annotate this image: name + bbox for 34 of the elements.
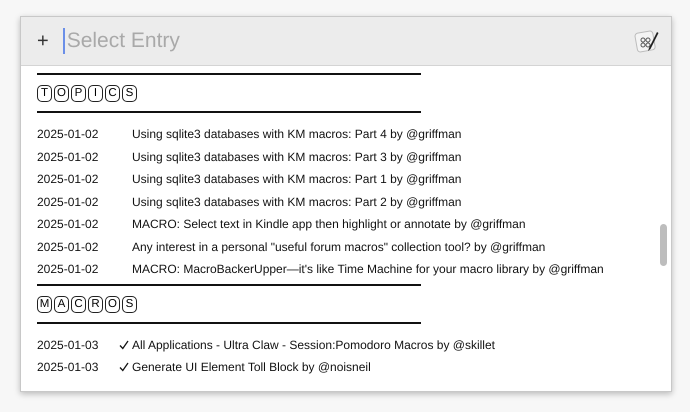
entry-date: 2025-01-02 <box>37 127 100 142</box>
entry-date: 2025-01-02 <box>37 150 100 164</box>
search-bar[interactable]: + Select Entry <box>21 17 671 66</box>
entry-date: 2025-01-02 <box>37 262 100 276</box>
entry-title[interactable]: MACRO: MacroBackerUpper—it's like Time Machine for your macro library by @griffman <box>132 262 604 276</box>
entry-date: 2025-01-03 <box>37 360 100 374</box>
boxed-letter: O <box>105 296 120 312</box>
entry-date: 2025-01-02 <box>37 172 100 186</box>
search-field[interactable]: Select Entry <box>62 28 621 54</box>
boxed-letter: S <box>122 85 137 102</box>
entry-title[interactable]: Using sqlite3 databases with KM macros: Part 3 by @griffman <box>132 150 462 164</box>
boxed-letter: C <box>71 296 86 312</box>
entry-date: 2025-01-03 <box>37 338 100 352</box>
entry-title[interactable]: Using sqlite3 databases with KM macros: Part 1 by @griffman <box>132 172 462 186</box>
boxed-letter: P <box>71 85 86 102</box>
boxed-letter: A <box>54 296 69 312</box>
entry-title[interactable]: Using sqlite3 databases with KM macros: Part 2 by @griffman <box>132 194 462 209</box>
boxed-letter: R <box>88 296 103 312</box>
entry-date: 2025-01-02 <box>37 194 100 209</box>
boxed-letter: S <box>122 296 137 312</box>
boxed-letter: I <box>88 85 103 102</box>
entry-date: 2025-01-02 <box>37 217 100 232</box>
entry-title[interactable]: Any interest in a personal "useful forum macros" collection tool? by @griffman <box>132 240 546 254</box>
boxed-letter: C <box>105 85 120 102</box>
boxed-letter: T <box>37 85 52 102</box>
boxed-letter: O <box>54 85 69 102</box>
entry-title[interactable]: MACRO: Select text in Kindle app then highlight or annotate by @griffman <box>132 217 526 232</box>
entry-title[interactable]: Generate UI Element Toll Block by @noisneil <box>132 360 371 374</box>
scrollbar-thumb[interactable] <box>660 224 667 266</box>
entry-title[interactable]: Using sqlite3 databases with KM macros: Part 4 by @griffman <box>132 127 462 142</box>
entry-title[interactable]: All Applications - Ultra Claw - Session:Pomodoro Macros by @skillet <box>132 338 495 352</box>
add-button[interactable]: + <box>35 30 51 52</box>
entry-date: 2025-01-02 <box>37 240 100 254</box>
boxed-letter: M <box>37 296 52 312</box>
